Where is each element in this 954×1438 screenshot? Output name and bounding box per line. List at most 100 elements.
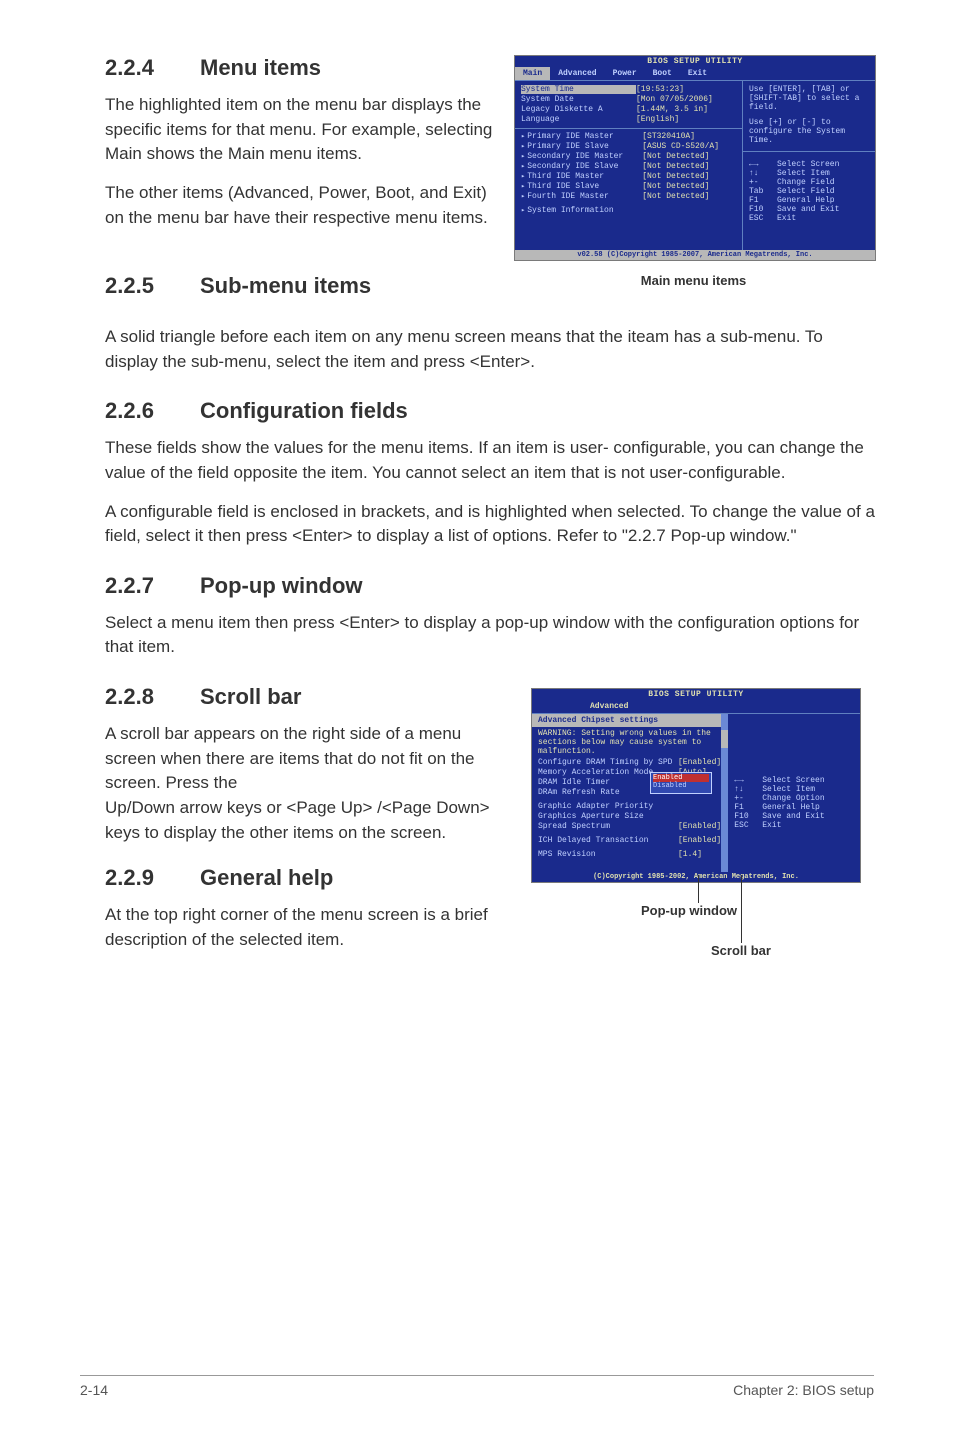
bios2-k1r: Select Screen [762, 776, 824, 785]
bios1-date-value: [Mon 07/05/2006] [636, 95, 713, 104]
section-225-heading-col: 2.2.5Sub-menu items [105, 273, 511, 311]
bios1-row-legacy[interactable]: Legacy Diskette A[1.44M, 3.5 in] [521, 105, 736, 115]
bios1-tab-main[interactable]: Main [515, 67, 550, 80]
bios2-cdt-label: Configure DRAM Timing by SPD [538, 758, 678, 767]
bios2-warning: WARNING: Setting wrong values in the sec… [538, 729, 721, 756]
bios1-row-pim[interactable]: Primary IDE Master[ST320410A] [521, 132, 736, 142]
bios1-tab-advanced[interactable]: Advanced [550, 67, 604, 80]
bios1-caption: Main menu items [511, 273, 876, 288]
section-224-text: 2.2.4Menu items The highlighted item on … [105, 55, 511, 261]
bios1-help2: Use [+] or [-] to configure the System T… [749, 118, 869, 145]
heading-227-title: Pop-up window [200, 573, 363, 598]
bios1-foot: v02.58 (C)Copyright 1985-2007, American … [515, 250, 875, 260]
bios1-time-label: System Time [521, 85, 636, 94]
bios2-tab-advanced[interactable]: Advanced [582, 700, 636, 713]
bios1-row-time[interactable]: System Time[19:53:23] [521, 85, 736, 95]
bios2-mps-label: MPS Revision [538, 850, 678, 859]
section-226: 2.2.6Configuration fields These fields s… [105, 398, 876, 549]
bios2-row-mps[interactable]: MPS Revision[1.4] [538, 850, 721, 860]
heading-228: 2.2.8Scroll bar [105, 684, 499, 710]
bios1-tab-exit[interactable]: Exit [680, 67, 715, 80]
bios1-k4l: Tab [749, 187, 777, 196]
p-224-1: The highlighted item on the menu bar dis… [105, 93, 499, 167]
heading-225-num: 2.2.5 [105, 273, 200, 299]
bios2-body: Advanced Chipset settings WARNING: Setti… [532, 713, 860, 872]
bios1-tab-power[interactable]: Power [605, 67, 645, 80]
bios1-row-pis[interactable]: Primary IDE Slave[ASUS CD-S520/A] [521, 142, 736, 152]
heading-228-num: 2.2.8 [105, 684, 200, 710]
bios1-row-date[interactable]: System Date[Mon 07/05/2006] [521, 95, 736, 105]
footer-chapter: Chapter 2: BIOS setup [733, 1382, 874, 1398]
p-225-1: A solid triangle before each item on any… [105, 325, 876, 374]
bios2-popup-opt2[interactable]: Disabled [653, 782, 709, 790]
bios2-k2l: ↑↓ [734, 785, 762, 794]
bios2-gas-label: Graphics Aperture Size [538, 812, 678, 821]
bios1-separator [515, 128, 742, 129]
section-225-body: A solid triangle before each item on any… [105, 325, 876, 374]
bios1-sis-label: Secondary IDE Slave [527, 162, 642, 171]
bios1-row-fim[interactable]: Fourth IDE Master[Not Detected] [521, 192, 736, 202]
bios1-help1: Use [ENTER], [TAB] or [SHIFT-TAB] to sel… [749, 85, 869, 112]
bios2-k5l: F10 [734, 812, 762, 821]
bios2-scrollbar[interactable] [721, 714, 728, 872]
bios-screenshot-1-container: BIOS SETUP UTILITY Main Advanced Power B… [511, 55, 876, 261]
bios1-row-tis[interactable]: Third IDE Slave[Not Detected] [521, 182, 736, 192]
bios1-k7r: Exit [777, 214, 796, 223]
bios1-k6r: Save and Exit [777, 205, 839, 214]
bios1-k7l: ESC [749, 214, 777, 223]
bios1-row-sysinfo[interactable]: System Information [521, 206, 736, 216]
heading-227: 2.2.7Pop-up window [105, 573, 876, 599]
scrollbar-leader-line [741, 875, 742, 943]
bios1-tabs: Main Advanced Power Boot Exit [515, 67, 875, 80]
bios1-k4r: Select Field [777, 187, 835, 196]
bios2-row-gap[interactable]: Graphic Adapter Priority [538, 802, 721, 812]
bios1-keys: ←→Select Screen ↑↓Select Item +-Change F… [749, 160, 869, 223]
heading-226-num: 2.2.6 [105, 398, 200, 424]
heading-226: 2.2.6Configuration fields [105, 398, 876, 424]
bios2-row-idt[interactable]: ICH Delayed Transaction[Enabled] [538, 836, 721, 846]
heading-224: 2.2.4Menu items [105, 55, 499, 81]
bios1-k2r: Select Item [777, 169, 830, 178]
heading-226-title: Configuration fields [200, 398, 408, 423]
bios2-ss-label: Spread Spectrum [538, 822, 678, 831]
heading-224-num: 2.2.4 [105, 55, 200, 81]
bios1-row-sis[interactable]: Secondary IDE Slave[Not Detected] [521, 162, 736, 172]
bios1-tim-label: Third IDE Master [527, 172, 642, 181]
bios2-popup[interactable]: Enabled Disabled [650, 772, 712, 794]
bios2-foot: (C)Copyright 1985-2002, American Megatre… [532, 872, 860, 882]
bios1-legacy-value: [1.44M, 3.5 in] [636, 105, 708, 114]
bios2-popup-opt1[interactable]: Enabled [653, 774, 709, 782]
bios1-k6l: F10 [749, 205, 777, 214]
bios1-title: BIOS SETUP UTILITY [515, 56, 875, 67]
bios1-fim-value: [Not Detected] [642, 192, 709, 201]
bios1-pis-value: [ASUS CD-S520/A] [642, 142, 719, 151]
section-224: 2.2.4Menu items The highlighted item on … [105, 55, 876, 261]
bios1-row-sim[interactable]: Secondary IDE Master[Not Detected] [521, 152, 736, 162]
bios1-k3r: Change Field [777, 178, 835, 187]
bios1-fim-label: Fourth IDE Master [527, 192, 642, 201]
bios2-scrollbar-thumb[interactable] [721, 730, 728, 748]
bios2-idt-value: [Enabled] [678, 836, 721, 845]
bios2-k2r: Select Item [762, 785, 815, 794]
bios2-k4r: General Help [762, 803, 820, 812]
p-224-2: The other items (Advanced, Power, Boot, … [105, 181, 499, 230]
bios1-row-lang[interactable]: Language[English] [521, 115, 736, 125]
bios2-row-ss[interactable]: Spread Spectrum[Enabled] [538, 822, 721, 832]
spacer [734, 718, 854, 768]
bios1-k3l: +- [749, 178, 777, 187]
bios2-k6l: ESC [734, 821, 762, 830]
bios2-k5r: Save and Exit [762, 812, 824, 821]
bios2-idt-label: ICH Delayed Transaction [538, 836, 678, 845]
bios1-row-tim[interactable]: Third IDE Master[Not Detected] [521, 172, 736, 182]
bios2-k3r: Change Option [762, 794, 824, 803]
bios2-row-cdt[interactable]: Configure DRAM Timing by SPD[Enabled] [538, 758, 721, 768]
bios1-tab-boot[interactable]: Boot [645, 67, 680, 80]
bios2-row-gas[interactable]: Graphics Aperture Size [538, 812, 721, 822]
spacer [538, 860, 721, 868]
p-228-1: A scroll bar appears on the right side o… [105, 722, 499, 796]
bios1-help: Use [ENTER], [TAB] or [SHIFT-TAB] to sel… [743, 81, 875, 250]
bios1-caption-col: Main menu items [511, 273, 876, 311]
scrollbar-label: Scroll bar [711, 943, 771, 958]
bios2-gap-label: Graphic Adapter Priority [538, 802, 678, 811]
bios-screenshot-1: BIOS SETUP UTILITY Main Advanced Power B… [514, 55, 876, 261]
